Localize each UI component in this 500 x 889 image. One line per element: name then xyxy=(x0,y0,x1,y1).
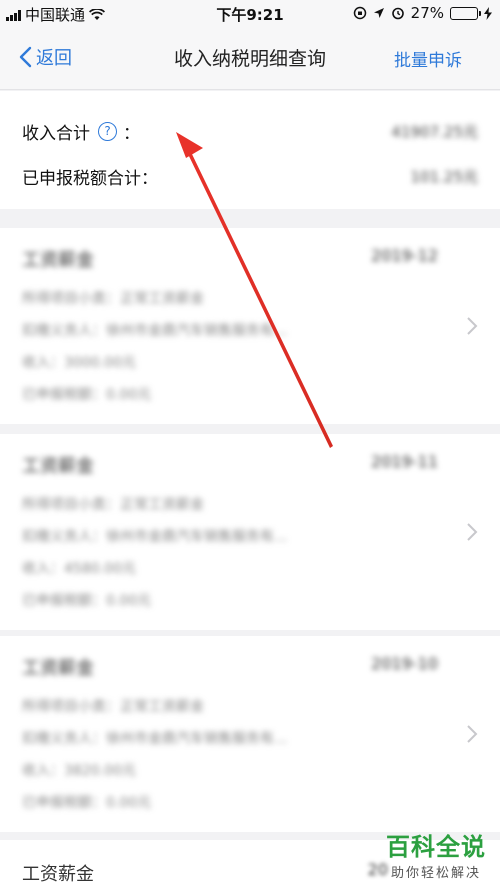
income-total-colon: ： xyxy=(123,123,140,144)
record-tax: 已申报税额：0.00元 xyxy=(22,593,152,609)
app-screen: 中国联通 下午9:21 27% 返回 收入纳税明细查询 批量申诉 收入合计 ? … xyxy=(0,0,500,889)
record-title: 工资薪金 xyxy=(22,250,94,271)
record-date: 2019-12 xyxy=(371,246,438,265)
record-income: 收入：3820.00元 xyxy=(22,763,136,779)
battery-percent: 27% xyxy=(410,4,444,22)
record-income: 收入：3000.00元 xyxy=(22,355,136,371)
watermark-title: 百科全说 xyxy=(386,833,486,861)
charging-icon xyxy=(484,6,492,20)
status-right: 27% xyxy=(353,4,492,22)
battery-icon xyxy=(450,6,481,20)
chevron-right-icon xyxy=(467,317,478,335)
income-total-row: 收入合计 ? ： 41907.25元 xyxy=(22,116,478,146)
record-item-type: 所得项目小类：正常工资薪金 xyxy=(22,291,204,307)
record-date: 2019-11 xyxy=(371,452,438,471)
help-icon[interactable]: ? xyxy=(98,121,117,141)
record-tax: 已申报税额：0.00元 xyxy=(22,795,152,811)
record-payer: 扣缴义务人：徐州市金鼎汽车销售服务有... xyxy=(22,731,288,747)
tax-total-label: 已申报税额合计： xyxy=(22,168,158,189)
record-item-type: 所得项目小类：正常工资薪金 xyxy=(22,699,204,715)
chevron-right-icon xyxy=(467,725,478,743)
record-item[interactable]: 工资薪金 2019-12 所得项目小类：正常工资薪金 扣缴义务人：徐州市金鼎汽车… xyxy=(0,228,500,424)
nav-bar: 返回 收入纳税明细查询 批量申诉 xyxy=(0,26,500,90)
record-income: 收入：4580.00元 xyxy=(22,561,136,577)
watermark-subtitle: 助你轻松解决 xyxy=(390,866,481,881)
record-item[interactable]: 工资薪金 2019-11 所得项目小类：正常工资薪金 扣缴义务人：徐州市金鼎汽车… xyxy=(0,434,500,630)
record-title: 工资薪金 xyxy=(22,864,94,885)
income-total-value: 41907.25元 xyxy=(391,122,478,141)
tax-total-value: 101.25元 xyxy=(410,167,479,186)
summary-card: 收入合计 ? ： 41907.25元 已申报税额合计： 101.25元 xyxy=(0,91,500,209)
income-total-label: 收入合计 xyxy=(22,123,90,144)
record-title: 工资薪金 xyxy=(22,456,94,477)
orientation-lock-icon xyxy=(353,6,366,20)
record-date: 2019-10 xyxy=(371,654,438,673)
record-item-type: 所得项目小类：正常工资薪金 xyxy=(22,497,204,513)
record-payer: 扣缴义务人：徐州市金鼎汽车销售服务有... xyxy=(22,529,288,545)
status-bar: 中国联通 下午9:21 27% xyxy=(0,0,500,26)
record-date: 20 xyxy=(367,860,388,879)
record-title: 工资薪金 xyxy=(22,658,94,679)
watermark: 百科全说 助你轻松解决 xyxy=(386,827,486,881)
tax-total-row: 已申报税额合计： 101.25元 xyxy=(22,161,478,191)
batch-appeal-button[interactable]: 批量申诉 xyxy=(394,46,462,71)
alarm-icon xyxy=(391,7,404,20)
location-icon xyxy=(373,8,384,18)
record-payer: 扣缴义务人：徐州市金鼎汽车销售服务有... xyxy=(22,323,288,339)
record-item[interactable]: 工资薪金 2019-10 所得项目小类：正常工资薪金 扣缴义务人：徐州市金鼎汽车… xyxy=(0,636,500,832)
chevron-right-icon xyxy=(467,523,478,541)
record-tax: 已申报税额：0.00元 xyxy=(22,387,152,403)
